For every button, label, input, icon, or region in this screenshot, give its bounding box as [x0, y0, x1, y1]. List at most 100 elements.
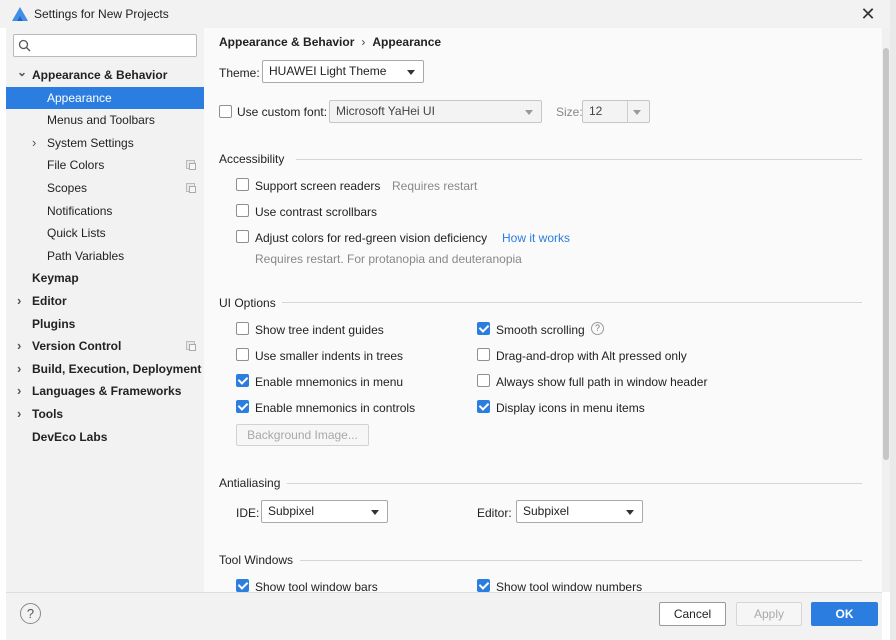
scrollbar-thumb[interactable] [883, 48, 889, 460]
help-icon[interactable]: ? [591, 322, 604, 335]
chevron-down-icon [633, 110, 641, 115]
full-path-header-label: Always show full path in window header [496, 375, 708, 389]
sidebar-item-path-variables[interactable]: Path Variables [6, 245, 204, 267]
font-size-select[interactable]: 12 [582, 100, 650, 123]
tree-indent-guides-checkbox[interactable] [236, 322, 249, 335]
menu-icons-checkbox[interactable] [477, 400, 490, 413]
project-settings-icon [186, 183, 196, 193]
chevron-right-icon[interactable]: › [32, 132, 36, 154]
ide-aa-select[interactable]: Subpixel [261, 500, 388, 523]
font-size-label: Size: [556, 105, 583, 119]
sidebar-item-label: File Colors [47, 158, 105, 173]
screen-readers-checkbox[interactable] [236, 178, 249, 191]
sidebar-item-label: Appearance [47, 90, 112, 105]
settings-sidebar: ⌄ Appearance & Behavior Appearance Menus an… [6, 28, 204, 592]
font-value: Microsoft YaHei UI [336, 104, 435, 118]
sidebar-item-label: Notifications [47, 203, 113, 218]
font-size-value: 12 [589, 104, 603, 118]
project-settings-icon [186, 341, 196, 352]
section-divider [287, 483, 862, 484]
sidebar-item-appearance[interactable]: Appearance [6, 86, 204, 109]
search-field[interactable] [13, 34, 197, 57]
sidebar-item-system-settings[interactable]: › System Settings [6, 132, 204, 154]
apply-button[interactable]: Apply [736, 602, 802, 626]
sidebar-item-label: System Settings [47, 135, 134, 150]
sidebar-item-tools[interactable]: › Tools [6, 403, 204, 425]
sidebar-item-label: Keymap [32, 271, 79, 286]
tool-window-bars-checkbox[interactable] [236, 579, 249, 592]
custom-font-checkbox[interactable] [219, 105, 232, 118]
chevron-right-icon[interactable]: › [17, 380, 21, 402]
breadcrumb-separator: › [361, 35, 366, 49]
project-settings-icon [186, 160, 196, 171]
background-window-edge [890, 0, 896, 640]
sidebar-item-file-colors[interactable]: File Colors [6, 154, 204, 176]
sidebar-item-menus-and-toolbars[interactable]: Menus and Toolbars [6, 109, 204, 131]
sidebar-item-label: Plugins [32, 316, 76, 331]
sidebar-item-notifications[interactable]: Notifications [6, 200, 204, 222]
chevron-down-icon [525, 110, 533, 115]
sidebar-item-version-control[interactable]: › Version Control [6, 335, 204, 357]
sidebar-item-deveco-labs[interactable]: DevEco Labs [6, 426, 204, 448]
drag-drop-alt-checkbox[interactable] [477, 348, 490, 361]
full-path-header-checkbox[interactable] [477, 374, 490, 387]
breadcrumb-parent[interactable]: Appearance & Behavior [219, 35, 354, 49]
sidebar-item-keymap[interactable]: Keymap [6, 267, 204, 289]
search-input[interactable] [36, 37, 191, 54]
sidebar-item-label: Path Variables [47, 248, 125, 263]
sidebar-item-languages-frameworks[interactable]: › Languages & Frameworks [6, 380, 204, 402]
chevron-right-icon[interactable]: › [17, 290, 21, 312]
menu-icons-label: Display icons in menu items [496, 401, 645, 415]
smooth-scrolling-checkbox[interactable] [477, 322, 490, 335]
window-title: Settings for New Projects [34, 7, 169, 21]
editor-aa-value: Subpixel [523, 504, 570, 518]
sidebar-item-label: Version Control [32, 339, 122, 354]
mnemonics-controls-checkbox[interactable] [236, 400, 249, 413]
theme-label: Theme: [219, 66, 260, 80]
font-select[interactable]: Microsoft YaHei UI [329, 100, 542, 123]
sidebar-item-quick-lists[interactable]: Quick Lists [6, 222, 204, 244]
editor-aa-select[interactable]: Subpixel [516, 500, 643, 523]
help-button[interactable]: ? [20, 603, 41, 624]
sidebar-item-label: Tools [32, 407, 64, 421]
breadcrumb-current: Appearance [372, 35, 442, 49]
search-icon [18, 39, 31, 52]
color-adjust-checkbox[interactable] [236, 230, 249, 243]
editor-aa-label: Editor: [477, 506, 512, 520]
antialiasing-title: Antialiasing [219, 476, 281, 490]
sidebar-item-editor[interactable]: › Editor [6, 290, 204, 312]
sidebar-item-label: Editor [32, 294, 67, 308]
breadcrumb: Appearance & Behavior › Appearance [219, 35, 441, 49]
chevron-right-icon[interactable]: › [17, 335, 21, 357]
ok-button[interactable]: OK [811, 602, 878, 626]
section-divider [300, 560, 862, 561]
cancel-button[interactable]: Cancel [659, 602, 726, 626]
chevron-right-icon[interactable]: › [17, 403, 21, 425]
mnemonics-controls-label: Enable mnemonics in controls [255, 401, 416, 415]
chevron-down-icon [626, 510, 634, 515]
smaller-indents-checkbox[interactable] [236, 348, 249, 361]
mnemonics-menu-checkbox[interactable] [236, 374, 249, 387]
sidebar-item-label: Languages & Frameworks [32, 384, 182, 399]
chevron-down-icon[interactable]: ⌄ [17, 61, 27, 83]
sidebar-item-appearance-behavior[interactable]: ⌄ Appearance & Behavior [6, 64, 204, 86]
sidebar-item-build-execution-deployment[interactable]: › Build, Execution, Deployment [6, 358, 204, 380]
sidebar-item-label: DevEco Labs [32, 429, 108, 444]
sidebar-item-label: Build, Execution, Deployment [32, 361, 202, 376]
background-image-button[interactable]: Background Image... [236, 424, 369, 446]
tool-window-bars-label: Show tool window bars [255, 580, 378, 592]
ide-aa-value: Subpixel [268, 504, 315, 518]
sidebar-item-plugins[interactable]: Plugins [6, 313, 204, 335]
how-it-works-link[interactable]: How it works [502, 231, 570, 245]
tool-windows-title: Tool Windows [219, 553, 294, 567]
screen-readers-hint: Requires restart [392, 179, 478, 193]
ide-aa-label: IDE: [236, 506, 260, 520]
chevron-right-icon[interactable]: › [17, 358, 21, 380]
color-adjust-note: Requires restart. For protanopia and deu… [255, 252, 522, 266]
theme-select[interactable]: HUAWEI Light Theme [262, 60, 424, 83]
close-icon[interactable]: ✕ [858, 4, 878, 24]
sidebar-item-scopes[interactable]: Scopes [6, 177, 204, 199]
app-logo-icon [12, 7, 28, 21]
contrast-scrollbars-checkbox[interactable] [236, 204, 249, 217]
tool-window-numbers-checkbox[interactable] [477, 579, 490, 592]
